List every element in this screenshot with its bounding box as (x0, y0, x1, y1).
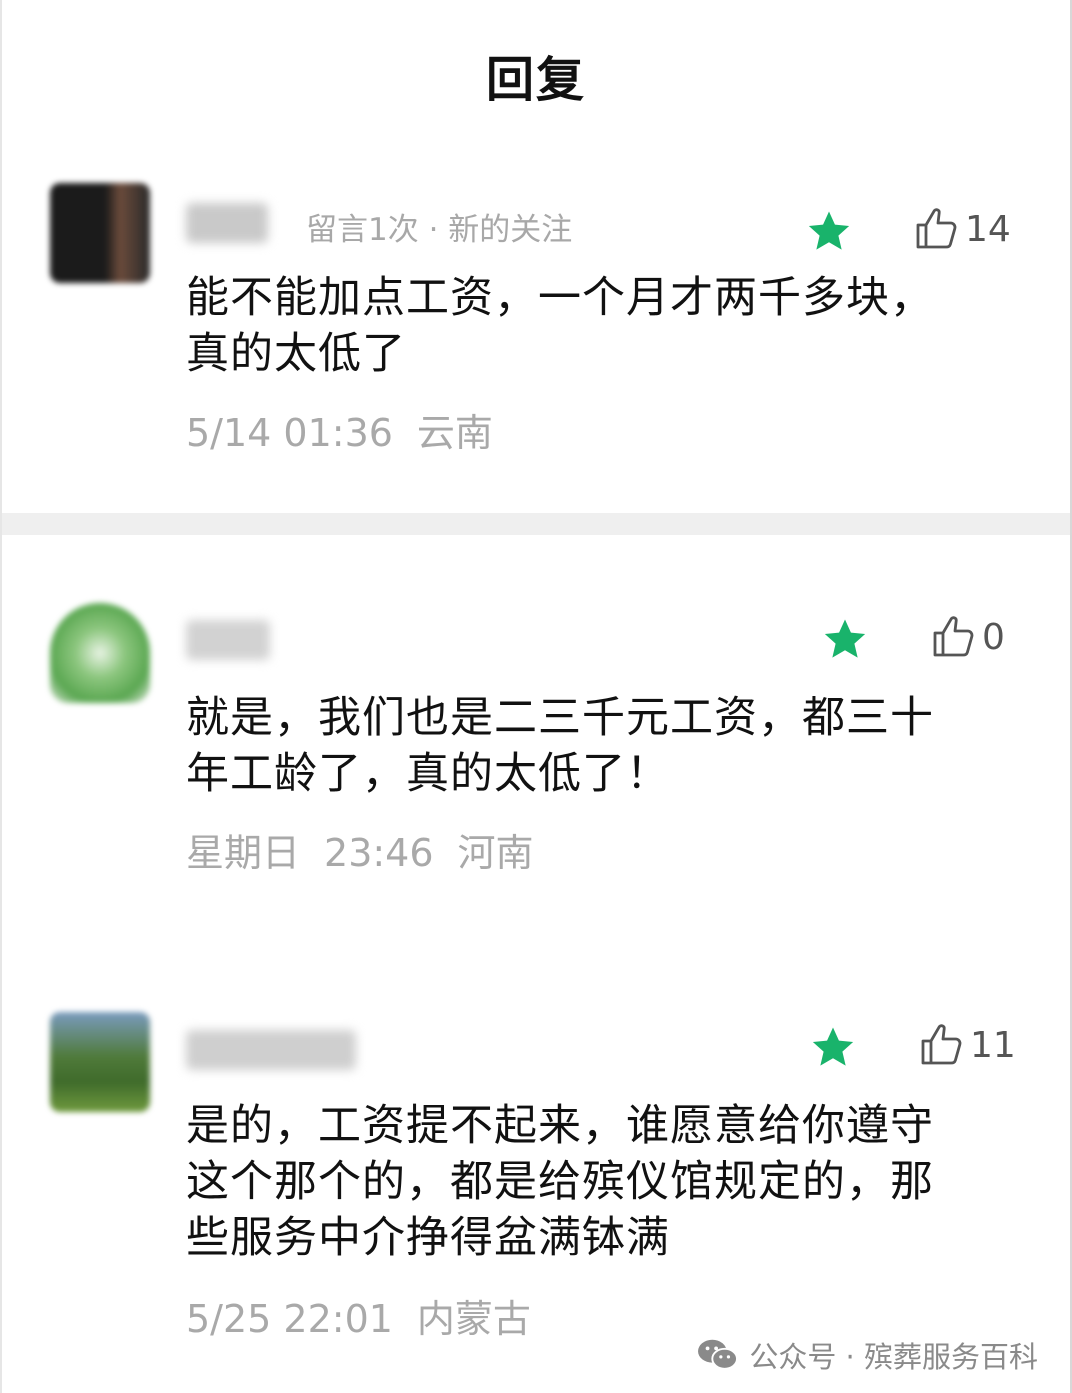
username[interactable] (186, 1030, 356, 1070)
header: 回复 (0, 0, 1072, 140)
comment-location: 云南 (416, 411, 493, 455)
star-icon[interactable] (822, 616, 868, 662)
thumbs-up-icon (916, 208, 957, 249)
avatar[interactable] (50, 183, 150, 283)
avatar[interactable] (50, 1012, 150, 1112)
comment-text: 能不能加点工资，一个月才两千多块， 真的太低了 (186, 270, 1016, 382)
section-divider (2, 513, 1070, 535)
comment-line: 是的，工资提不起来，谁愿意给你遵守 (186, 1101, 934, 1151)
watermark: 公众号 · 殡葬服务百科 (695, 1334, 1038, 1376)
star-icon[interactable] (810, 1024, 856, 1070)
comment-line: 年工龄了，真的太低了！ (186, 749, 670, 799)
comment-date: 5/14 01:36 (186, 411, 393, 455)
avatar[interactable] (50, 603, 150, 703)
like-count: 14 (965, 208, 1011, 250)
comment-location: 河南 (457, 831, 534, 875)
comment-text: 是的，工资提不起来，谁愿意给你遵守 这个那个的，都是给殡仪馆规定的，那 些服务中… (186, 1098, 1016, 1266)
username[interactable] (186, 620, 270, 660)
like-count: 11 (970, 1024, 1016, 1066)
comment-meta: 留言1次 · 新的关注 (306, 212, 573, 248)
comment-time: 星期日 23:46 河南 (186, 822, 558, 877)
comment-location: 内蒙古 (416, 1297, 531, 1341)
watermark-text: 公众号 · 殡葬服务百科 (749, 1340, 1038, 1374)
thumbs-up-icon (933, 616, 974, 657)
comment-time: 5/14 01:36 云南 (186, 402, 517, 457)
username[interactable] (186, 203, 268, 243)
comment-line: 这个那个的，都是给殡仪馆规定的，那 (186, 1157, 934, 1207)
page-title: 回复 (485, 52, 586, 108)
like-button[interactable]: 0 (930, 612, 1005, 662)
comment-line: 些服务中介挣得盆满钵满 (186, 1213, 670, 1263)
comment-line: 能不能加点工资，一个月才两千多块， (186, 273, 934, 323)
star-icon[interactable] (806, 208, 852, 254)
comment-time: 5/25 22:01 内蒙古 (186, 1288, 555, 1343)
comment-clock: 23:46 (324, 831, 434, 875)
comment-line: 真的太低了 (186, 329, 406, 379)
like-count: 0 (982, 616, 1005, 658)
like-button[interactable]: 14 (913, 204, 1011, 254)
comment-line: 就是，我们也是二三千元工资，都三十 (186, 693, 934, 743)
thumbs-up-icon (921, 1024, 962, 1065)
like-button[interactable]: 11 (918, 1020, 1016, 1070)
comment-text: 就是，我们也是二三千元工资，都三十 年工龄了，真的太低了！ (186, 690, 1016, 802)
comment-date: 5/25 22:01 (186, 1297, 393, 1341)
comment-date: 星期日 (186, 831, 301, 875)
wechat-icon (698, 1339, 739, 1370)
